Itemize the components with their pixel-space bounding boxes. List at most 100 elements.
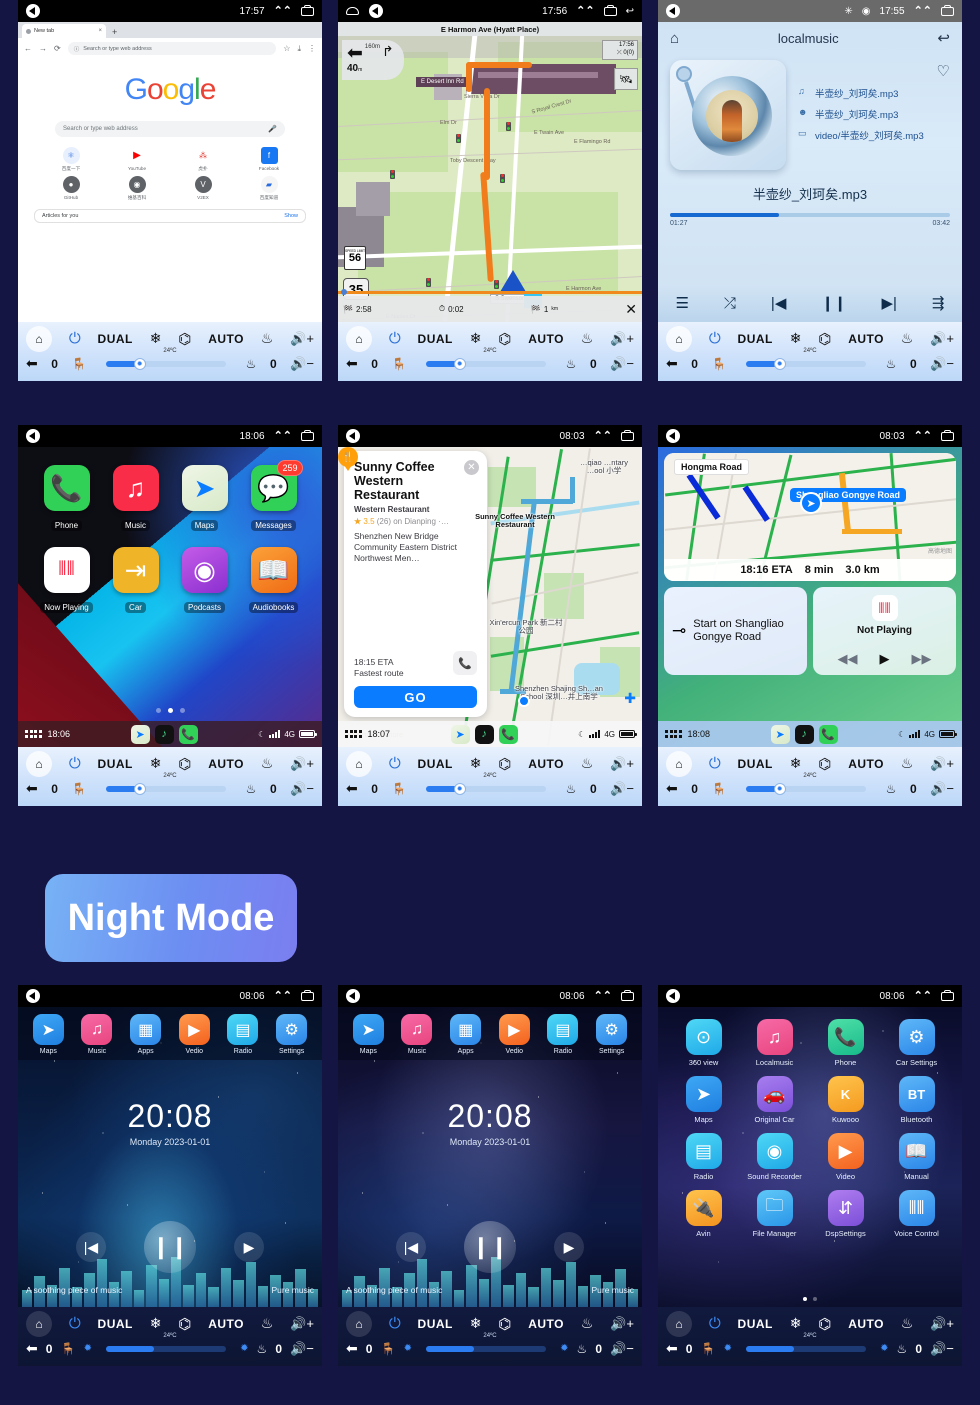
seat-icon[interactable]: 🪑 bbox=[392, 782, 407, 796]
dual-button[interactable]: DUAL bbox=[738, 757, 773, 771]
chevron-up-icon[interactable]: ⌃⌃ bbox=[274, 5, 292, 17]
right-temp-value[interactable]: 0 bbox=[915, 1342, 922, 1356]
chevron-up-icon[interactable]: ⌃⌃ bbox=[914, 5, 932, 17]
back-button[interactable]: ⬅ bbox=[26, 355, 38, 372]
close-icon[interactable]: ✕ bbox=[464, 460, 479, 475]
recents-icon[interactable] bbox=[941, 429, 954, 441]
next-icon[interactable]: ▶| bbox=[881, 294, 896, 312]
heated-seat-icon[interactable]: ♨ bbox=[577, 1342, 588, 1356]
home-button[interactable]: ⌂ bbox=[346, 1310, 372, 1337]
home-button[interactable]: ⌂ bbox=[666, 325, 692, 352]
new-tab-button[interactable]: + bbox=[112, 27, 117, 37]
volume-down-button[interactable]: 🔊− bbox=[290, 356, 314, 372]
equalizer-icon[interactable]: ⇶ bbox=[932, 294, 945, 312]
articles-card[interactable]: Articles for you Show bbox=[34, 209, 306, 223]
windshield-defrost-icon[interactable]: ♨ bbox=[261, 755, 274, 772]
power-button[interactable]: ⏻ bbox=[709, 755, 721, 772]
fan-knob[interactable]: ✹ bbox=[773, 782, 786, 795]
heated-seat-icon[interactable]: ♨ bbox=[566, 782, 577, 796]
recents-icon[interactable] bbox=[941, 4, 954, 16]
seat-icon[interactable]: 🪑 bbox=[392, 357, 407, 371]
back-button[interactable]: ⬅ bbox=[346, 780, 358, 797]
favorite-icon[interactable]: ♡ bbox=[798, 62, 950, 80]
fan-right-icon[interactable]: ✹ bbox=[240, 1343, 248, 1354]
recents-icon[interactable] bbox=[301, 4, 314, 16]
heated-seat-icon[interactable]: ♨ bbox=[246, 782, 257, 796]
fan-speed-slider[interactable]: ✹ bbox=[106, 357, 227, 370]
fan-knob[interactable]: ✹ bbox=[773, 357, 786, 370]
download-icon[interactable]: ⤓ bbox=[297, 44, 301, 54]
playlist-icon[interactable]: ☰ bbox=[675, 294, 688, 312]
app-video[interactable]: ▶ Video bbox=[810, 1133, 881, 1181]
volume-up-button[interactable]: 🔊+ bbox=[290, 331, 314, 347]
fan-knob[interactable]: ✹ bbox=[453, 357, 466, 370]
app-sound-recorder[interactable]: ◉ Sound Recorder bbox=[739, 1133, 810, 1181]
fan-speed-slider[interactable] bbox=[106, 1345, 227, 1352]
play-icon[interactable]: ▶ bbox=[234, 1232, 264, 1262]
bookmark-icon[interactable]: ☆ bbox=[283, 44, 290, 53]
shortcut-item[interactable]: ◉ 维基百科 bbox=[104, 176, 170, 201]
right-temp-value[interactable]: 0 bbox=[590, 357, 597, 371]
back-icon[interactable] bbox=[26, 989, 40, 1003]
app-file-manager[interactable]: 🗀 File Manager bbox=[739, 1190, 810, 1238]
chevron-up-icon[interactable]: ⌃⌃ bbox=[914, 430, 932, 442]
auto-button[interactable]: AUTO bbox=[208, 757, 244, 771]
fan-speed-slider[interactable] bbox=[746, 1345, 867, 1352]
power-button[interactable]: ⏻ bbox=[69, 755, 81, 772]
dock-phone-icon[interactable]: 📞 bbox=[818, 724, 838, 744]
snowflake-icon[interactable]: ❄ bbox=[470, 755, 482, 772]
previous-icon[interactable]: ◀◀ bbox=[838, 651, 858, 667]
volume-up-button[interactable]: 🔊+ bbox=[610, 756, 634, 772]
carplay-app-maps[interactable]: ➤ Maps bbox=[170, 465, 239, 533]
dashboard-map[interactable]: Hongma Road Shangliao Gongye Road ➤ 高德地图… bbox=[664, 453, 956, 581]
right-temp-value[interactable]: 0 bbox=[910, 782, 917, 796]
volume-down-button[interactable]: 🔊− bbox=[610, 356, 634, 372]
back-icon[interactable] bbox=[666, 4, 680, 18]
browser-tab[interactable]: New tab × bbox=[22, 24, 106, 38]
dual-button[interactable]: DUAL bbox=[98, 332, 133, 346]
back-button[interactable]: ⬅ bbox=[666, 355, 678, 372]
power-button[interactable]: ⏻ bbox=[709, 330, 721, 347]
heated-seat-icon[interactable]: ♨ bbox=[886, 782, 897, 796]
seat-icon[interactable]: 🪑 bbox=[381, 1342, 396, 1356]
recents-icon[interactable] bbox=[301, 429, 314, 441]
home-button[interactable]: ⌂ bbox=[346, 325, 372, 352]
rear-defrost-icon[interactable]: ⌬ bbox=[818, 1315, 831, 1333]
back-icon[interactable] bbox=[346, 429, 360, 443]
rear-defrost-icon[interactable]: ⌬ bbox=[818, 755, 831, 773]
home-icon[interactable]: ⌂ bbox=[670, 30, 679, 47]
carplay-app-car[interactable]: ⇥ Car bbox=[101, 547, 170, 615]
fan-right-icon[interactable]: ✹ bbox=[880, 1343, 888, 1354]
right-temp-value[interactable]: 0 bbox=[590, 782, 597, 796]
app-dsp-settings[interactable]: ⇵ DspSettings bbox=[810, 1190, 881, 1238]
play-icon[interactable]: ▶ bbox=[554, 1232, 584, 1262]
rear-defrost-icon[interactable]: ⌬ bbox=[818, 330, 831, 348]
home-button[interactable]: ⌂ bbox=[346, 750, 372, 777]
back-button[interactable]: ⬅ bbox=[666, 780, 678, 797]
dual-button[interactable]: DUAL bbox=[98, 1317, 133, 1331]
volume-down-button[interactable]: 🔊− bbox=[930, 781, 954, 797]
chevron-up-icon[interactable]: ⌃⌃ bbox=[914, 990, 932, 1002]
left-temp-value[interactable]: 0 bbox=[46, 1342, 53, 1356]
right-temp-value[interactable]: 0 bbox=[275, 1342, 282, 1356]
night-app-maps[interactable]: ➤ Maps bbox=[352, 1014, 384, 1055]
seat-icon[interactable]: 🪑 bbox=[701, 1342, 716, 1356]
seat-icon[interactable]: 🪑 bbox=[72, 782, 87, 796]
volume-up-button[interactable]: 🔊+ bbox=[610, 1316, 634, 1332]
shortcut-item[interactable]: ▰ 百度知道 bbox=[236, 176, 302, 201]
power-button[interactable]: ⏻ bbox=[69, 1315, 81, 1332]
pause-icon[interactable]: ❙❙ bbox=[464, 1221, 516, 1273]
map-view-toggle-icon[interactable]: 🛰 bbox=[614, 68, 638, 90]
pause-icon[interactable]: ❙❙ bbox=[821, 294, 846, 312]
play-icon[interactable]: ▶ bbox=[880, 651, 890, 667]
back-icon[interactable] bbox=[666, 429, 680, 443]
track-progress-slider[interactable] bbox=[670, 213, 950, 217]
dock-phone-icon[interactable]: 📞 bbox=[178, 724, 198, 744]
go-button[interactable]: GO bbox=[354, 686, 477, 708]
power-button[interactable]: ⏻ bbox=[69, 330, 81, 347]
heated-seat-icon[interactable]: ♨ bbox=[566, 357, 577, 371]
auto-button[interactable]: AUTO bbox=[528, 332, 564, 346]
shortcut-item[interactable]: ⁂ 虎扑 bbox=[170, 147, 236, 172]
app-360-view[interactable]: ⊙ 360 view bbox=[668, 1019, 739, 1067]
auto-button[interactable]: AUTO bbox=[848, 1317, 884, 1331]
